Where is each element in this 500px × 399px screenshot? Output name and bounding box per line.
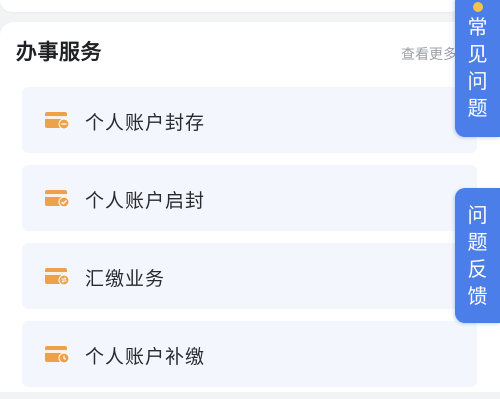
section-title: 办事服务 bbox=[16, 40, 102, 64]
faq-tab-label: 常见问题 bbox=[467, 15, 488, 120]
service-item-account-seal[interactable]: 个人账户封存 bbox=[22, 87, 477, 153]
service-item-label: 个人账户补缴 bbox=[85, 346, 206, 368]
card-check-icon bbox=[45, 190, 70, 208]
view-more-link[interactable]: 查看更多 bbox=[401, 44, 457, 64]
service-item-account-backpay[interactable]: 个人账户补缴 bbox=[22, 321, 477, 387]
service-list: 个人账户封存 个人账户启封 汇缴业务 个人账户补缴 bbox=[22, 87, 477, 399]
faq-float-tab[interactable]: 常见问题 bbox=[455, 0, 500, 137]
service-item-label: 个人账户封存 bbox=[85, 112, 206, 134]
service-item-label: 个人账户启封 bbox=[85, 190, 206, 212]
card-minus-icon bbox=[45, 112, 70, 130]
service-item-label: 汇缴业务 bbox=[85, 268, 166, 290]
service-item-remittance[interactable]: 汇缴业务 bbox=[22, 243, 477, 309]
top-card-edge bbox=[0, 0, 462, 12]
card-transfer-icon bbox=[45, 268, 70, 286]
feedback-tab-label: 问题反馈 bbox=[467, 203, 488, 308]
badge-icon bbox=[472, 2, 483, 12]
feedback-float-tab[interactable]: 问题反馈 bbox=[455, 188, 500, 323]
card-clock-icon bbox=[45, 346, 70, 364]
service-item-account-unseal[interactable]: 个人账户启封 bbox=[22, 165, 477, 231]
